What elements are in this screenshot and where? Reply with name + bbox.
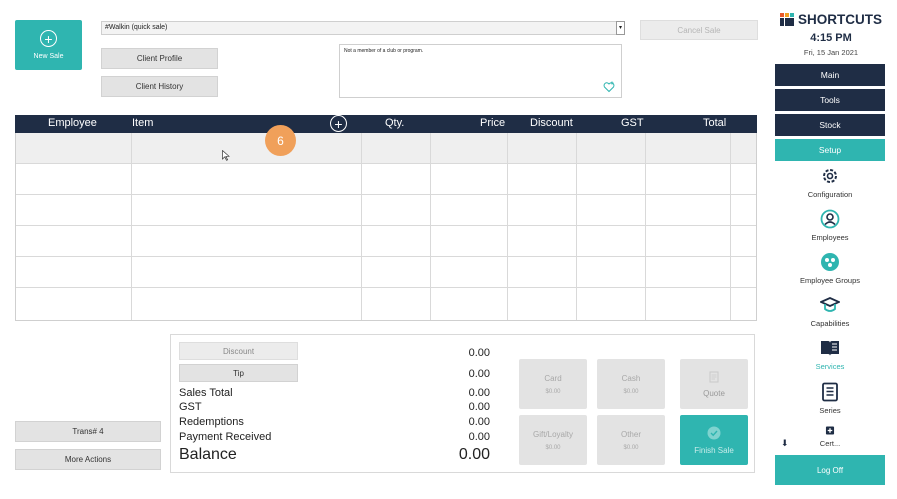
col-price: Price: [480, 117, 506, 129]
payment-received-label: Payment Received: [179, 431, 272, 443]
clock-date: Fri, 15 Jan 2021: [803, 48, 859, 57]
column-divider: [361, 133, 362, 320]
column-divider: [507, 133, 508, 320]
more-actions-button[interactable]: More Actions: [15, 449, 161, 470]
shortcuts-logo-icon: [780, 13, 794, 26]
cancel-sale-button[interactable]: Cancel Sale: [640, 20, 758, 40]
sidebar-item-label: Employees: [811, 233, 849, 242]
mouse-cursor-icon: [222, 150, 230, 161]
redemptions-value: 0.00: [468, 416, 490, 428]
sidebar-item-series[interactable]: Series: [775, 382, 885, 415]
tip-button[interactable]: Tip: [179, 364, 298, 382]
group-icon: [821, 253, 839, 271]
sidebar-item-label: Cert...: [819, 439, 841, 448]
log-off-button[interactable]: Log Off: [775, 455, 885, 485]
membership-note: Not a member of a club or program.: [344, 48, 424, 54]
card-amount: $0.00: [545, 388, 561, 395]
payment-received-value: 0.00: [468, 431, 490, 443]
sidebar-item-employee-groups[interactable]: Employee Groups: [775, 252, 885, 285]
plus-circle-icon: +: [40, 30, 57, 47]
sidebar-item-label: Services: [815, 362, 845, 371]
nav-tools[interactable]: Tools: [775, 89, 885, 111]
redemptions-label: Redemptions: [179, 416, 244, 428]
tip-value: 0.00: [468, 368, 490, 380]
col-employee: Employee: [48, 117, 97, 129]
column-divider: [645, 133, 646, 320]
gift-loyalty-amount: $0.00: [545, 444, 561, 451]
step-badge: 6: [265, 125, 296, 156]
add-item-icon[interactable]: +: [330, 115, 347, 132]
col-discount: Discount: [530, 117, 573, 129]
transaction-number-button[interactable]: Trans# 4: [15, 421, 161, 442]
column-divider: [430, 133, 431, 320]
col-item: Item: [132, 117, 154, 129]
finish-sale-label: Finish Sale: [694, 445, 734, 455]
sidebar-item-configuration[interactable]: Configuration: [775, 166, 885, 199]
clock-time: 4:15 PM: [810, 32, 852, 44]
brand-name: SHORTCUTS: [798, 12, 882, 27]
sidebar-item-label: Employee Groups: [799, 276, 861, 285]
sidebar-item-label: Capabilities: [810, 319, 850, 328]
sidebar-item-label: Configuration: [807, 190, 853, 199]
quote-label: Quote: [703, 388, 725, 398]
other-amount: $0.00: [623, 444, 639, 451]
sale-items-table: [15, 133, 757, 321]
client-profile-button[interactable]: Client Profile: [101, 48, 218, 69]
gst-label: GST: [179, 401, 202, 413]
column-divider: [576, 133, 577, 320]
person-icon: [820, 209, 840, 229]
nav-main[interactable]: Main: [775, 64, 885, 86]
sales-total-label: Sales Total: [179, 387, 233, 399]
column-divider: [131, 133, 132, 320]
check-circle-icon: [707, 426, 721, 439]
gst-value: 0.00: [468, 401, 490, 413]
gift-loyalty-label: Gift/Loyalty: [532, 429, 573, 439]
medical-plus-icon: [825, 426, 835, 435]
gift-loyalty-button[interactable]: Gift/Loyalty $0.00: [519, 415, 587, 465]
sidebar-item-certificates[interactable]: Cert...: [775, 426, 885, 448]
other-payment-button[interactable]: Other $0.00: [597, 415, 665, 465]
nav-stock[interactable]: Stock: [775, 114, 885, 136]
list-book-icon: [822, 382, 838, 402]
balance-value: 0.00: [458, 446, 490, 463]
balance-label: Balance: [179, 446, 237, 463]
heart-plus-icon[interactable]: [603, 81, 615, 93]
sales-total-value: 0.00: [468, 387, 490, 399]
new-sale-button[interactable]: + New Sale: [15, 20, 82, 70]
card-label: Card: [544, 373, 562, 383]
graduation-cap-icon: [820, 297, 840, 312]
cash-payment-button[interactable]: Cash $0.00: [597, 359, 665, 409]
sale-items-header: Employee Item + Qty. Price Discount GST …: [15, 115, 757, 133]
sidebar: SHORTCUTS 4:15 PM Fri, 15 Jan 2021 Main …: [775, 8, 887, 499]
sidebar-item-employees[interactable]: Employees: [775, 209, 885, 242]
sidebar-item-services[interactable]: Services: [775, 338, 885, 371]
gear-icon: [823, 169, 837, 183]
finish-sale-button[interactable]: Finish Sale: [680, 415, 748, 465]
card-payment-button[interactable]: Card $0.00: [519, 359, 587, 409]
quote-button[interactable]: Quote: [680, 359, 748, 409]
nav-setup[interactable]: Setup: [775, 139, 885, 161]
scroll-down-icon[interactable]: ⬇: [781, 438, 789, 449]
sidebar-item-capabilities[interactable]: Capabilities: [775, 295, 885, 328]
client-select-value: #Walkin (quick sale): [105, 24, 168, 31]
document-icon: [709, 371, 719, 382]
col-total: Total: [703, 117, 727, 129]
chevron-down-icon[interactable]: ▾: [616, 21, 625, 35]
cash-amount: $0.00: [623, 388, 639, 395]
col-qty: Qty.: [385, 117, 405, 129]
discount-button[interactable]: Discount: [179, 342, 298, 360]
client-select[interactable]: #Walkin (quick sale) ▾: [101, 21, 625, 35]
client-history-button[interactable]: Client History: [101, 76, 218, 97]
cash-label: Cash: [621, 373, 641, 383]
membership-note-box: Not a member of a club or program.: [339, 44, 622, 98]
col-gst: GST: [621, 117, 644, 129]
book-icon: [821, 341, 839, 356]
sidebar-item-label: Series: [819, 406, 841, 415]
column-divider: [730, 133, 731, 320]
brand: SHORTCUTS: [780, 12, 882, 27]
discount-value: 0.00: [468, 347, 490, 359]
other-label: Other: [620, 429, 641, 439]
new-sale-label: New Sale: [33, 53, 64, 60]
